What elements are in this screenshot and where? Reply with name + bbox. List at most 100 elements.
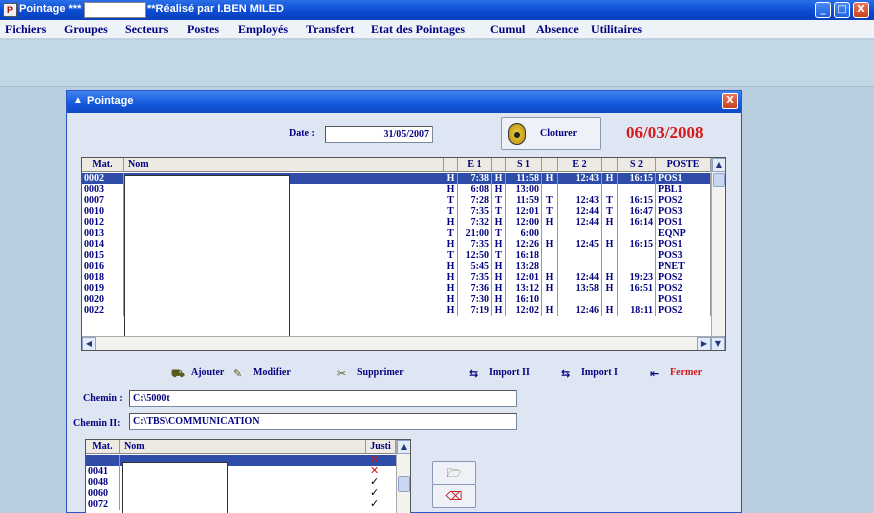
cell-s2: 16:51 xyxy=(618,283,656,294)
dialog-close-button[interactable]: X xyxy=(722,93,738,109)
col-poste[interactable]: POSTE xyxy=(656,158,711,172)
cell-t3: H xyxy=(542,217,558,228)
menu-absence[interactable]: Absence xyxy=(536,22,579,37)
cell-t2: H xyxy=(492,283,506,294)
cell-s2 xyxy=(618,261,656,272)
col-t4[interactable] xyxy=(602,158,618,172)
cell-t3 xyxy=(542,250,558,261)
col2-justi[interactable]: Justi xyxy=(366,440,396,454)
col-nom[interactable]: Nom xyxy=(124,158,444,172)
menu-cumul[interactable]: Cumul xyxy=(490,22,525,37)
menu-utilitaires[interactable]: Utilitaires xyxy=(591,22,642,37)
col-mat[interactable]: Mat. xyxy=(82,158,124,172)
cell-s1: 12:02 xyxy=(506,305,542,316)
title-blank-box xyxy=(84,2,146,18)
cell-poste: EQNP xyxy=(656,228,711,239)
scroll-left-arrow[interactable]: ◀ xyxy=(82,337,96,350)
cell-e1: 7:35 xyxy=(458,206,492,217)
scroll-up-arrow[interactable]: ▲ xyxy=(712,158,725,172)
ajouter-button[interactable]: ⛟ Ajouter xyxy=(171,367,225,380)
cell-e2: 12:46 xyxy=(558,305,602,316)
col-t1[interactable] xyxy=(444,158,458,172)
cell-t3 xyxy=(542,184,558,195)
cell-mat: 0072 xyxy=(86,499,120,510)
nom-overlay xyxy=(124,175,290,338)
grid2-scroll-thumb[interactable] xyxy=(398,476,410,492)
cell-e1: 21:00 xyxy=(458,228,492,239)
supprimer-label: Supprimer xyxy=(357,367,404,378)
app-icon: P xyxy=(3,3,17,17)
chemin-field[interactable]: C:\5000t xyxy=(129,390,517,407)
cell-mat: 0019 xyxy=(82,283,124,294)
cell-mat: 0041 xyxy=(86,466,120,477)
cell-t3: H xyxy=(542,283,558,294)
cell-t1: H xyxy=(444,217,458,228)
col-e1[interactable]: E 1 xyxy=(458,158,492,172)
dialog-title-bar[interactable]: ▲ Pointage X xyxy=(67,91,741,113)
col-s1[interactable]: S 1 xyxy=(506,158,542,172)
menu-groupes[interactable]: Groupes xyxy=(64,22,108,37)
cell-e2: 12:43 xyxy=(558,173,602,184)
cell-mat: 0003 xyxy=(82,184,124,195)
close-window-button[interactable]: X xyxy=(853,2,869,18)
cell-t4: H xyxy=(602,283,618,294)
cell-t3: T xyxy=(542,195,558,206)
cell-e1: 7:19 xyxy=(458,305,492,316)
grid2-scroll-up-arrow[interactable]: ▲ xyxy=(397,440,410,454)
menu-etat-pointages[interactable]: Etat des Pointages xyxy=(371,22,465,37)
cell-mat: 0020 xyxy=(82,294,124,305)
scroll-thumb[interactable] xyxy=(713,173,725,187)
cell-t1: H xyxy=(444,272,458,283)
menu-secteurs[interactable]: Secteurs xyxy=(125,22,168,37)
grid2-vscroll[interactable]: ▲ xyxy=(396,440,410,513)
fermer-button[interactable]: ⇤ Fermer xyxy=(650,367,702,380)
folder-icon: 🗁 xyxy=(446,466,462,480)
chemin2-field[interactable]: C:\TBS\COMMUNICATION xyxy=(129,413,517,430)
grid-hscroll[interactable]: ◀ ▶ ▼ xyxy=(82,336,725,350)
col-s2[interactable]: S 2 xyxy=(618,158,656,172)
lock-icon xyxy=(508,123,526,145)
window-title-bar[interactable]: P Pointage *** **Réalisé par I.BEN MILED… xyxy=(0,0,874,20)
col2-mat[interactable]: Mat. xyxy=(86,440,120,454)
grid-vscroll[interactable]: ▲ xyxy=(711,158,725,336)
import1-button[interactable]: ⇆ Import I xyxy=(561,367,618,380)
cell-mat: 0010 xyxy=(82,206,124,217)
import2-button[interactable]: ⇆ Import II xyxy=(469,367,530,380)
supprimer-button[interactable]: ✂ Supprimer xyxy=(337,367,404,380)
cell-t2: T xyxy=(492,195,506,206)
cell-s2 xyxy=(618,184,656,195)
cell-t4 xyxy=(602,184,618,195)
pointage-dialog: ▲ Pointage X Date : 31/05/2007 Cloturer … xyxy=(66,90,742,513)
add-icon: ⛟ xyxy=(171,367,185,380)
pointage-grid[interactable]: Mat. Nom E 1 S 1 E 2 S 2 POSTE 0002 H 7:38… xyxy=(81,157,726,351)
minimize-button[interactable]: _ xyxy=(815,2,831,18)
col2-nom[interactable]: Nom xyxy=(120,440,366,454)
clear-button[interactable]: ⌫ xyxy=(432,484,476,508)
modifier-button[interactable]: ✎ Modifier xyxy=(233,367,291,380)
menu-postes[interactable]: Postes xyxy=(187,22,219,37)
cloturer-button[interactable]: Cloturer xyxy=(501,117,601,150)
ajouter-label: Ajouter xyxy=(191,367,225,378)
cell-t2: H xyxy=(492,294,506,305)
cell-s1: 11:59 xyxy=(506,195,542,206)
menu-transfert[interactable]: Transfert xyxy=(306,22,354,37)
menu-fichiers[interactable]: Fichiers xyxy=(5,22,46,37)
date-field[interactable]: 31/05/2007 xyxy=(325,126,433,143)
open-folder-button[interactable]: 🗁 xyxy=(432,461,476,485)
cell-t1: H xyxy=(444,184,458,195)
justif-grid[interactable]: Mat. Nom Justi ✕ 0041 ✕ 0048 ✓ 0060 ✓ 0072 ✓ ▲ xyxy=(85,439,411,513)
cell-e2: 12:44 xyxy=(558,206,602,217)
menu-employes[interactable]: Employés xyxy=(238,22,288,37)
col-t3[interactable] xyxy=(542,158,558,172)
maximize-button[interactable]: □ xyxy=(834,2,850,18)
col-t2[interactable] xyxy=(492,158,506,172)
col-e2[interactable]: E 2 xyxy=(558,158,602,172)
scroll-down-arrow[interactable]: ▼ xyxy=(711,337,725,350)
cell-t3 xyxy=(542,261,558,272)
cell-t4 xyxy=(602,261,618,272)
cell-e1: 7:35 xyxy=(458,239,492,250)
cell-t1: H xyxy=(444,305,458,316)
cell-t2: H xyxy=(492,239,506,250)
date-label: Date : xyxy=(289,128,315,139)
scroll-right-arrow[interactable]: ▶ xyxy=(697,337,711,350)
